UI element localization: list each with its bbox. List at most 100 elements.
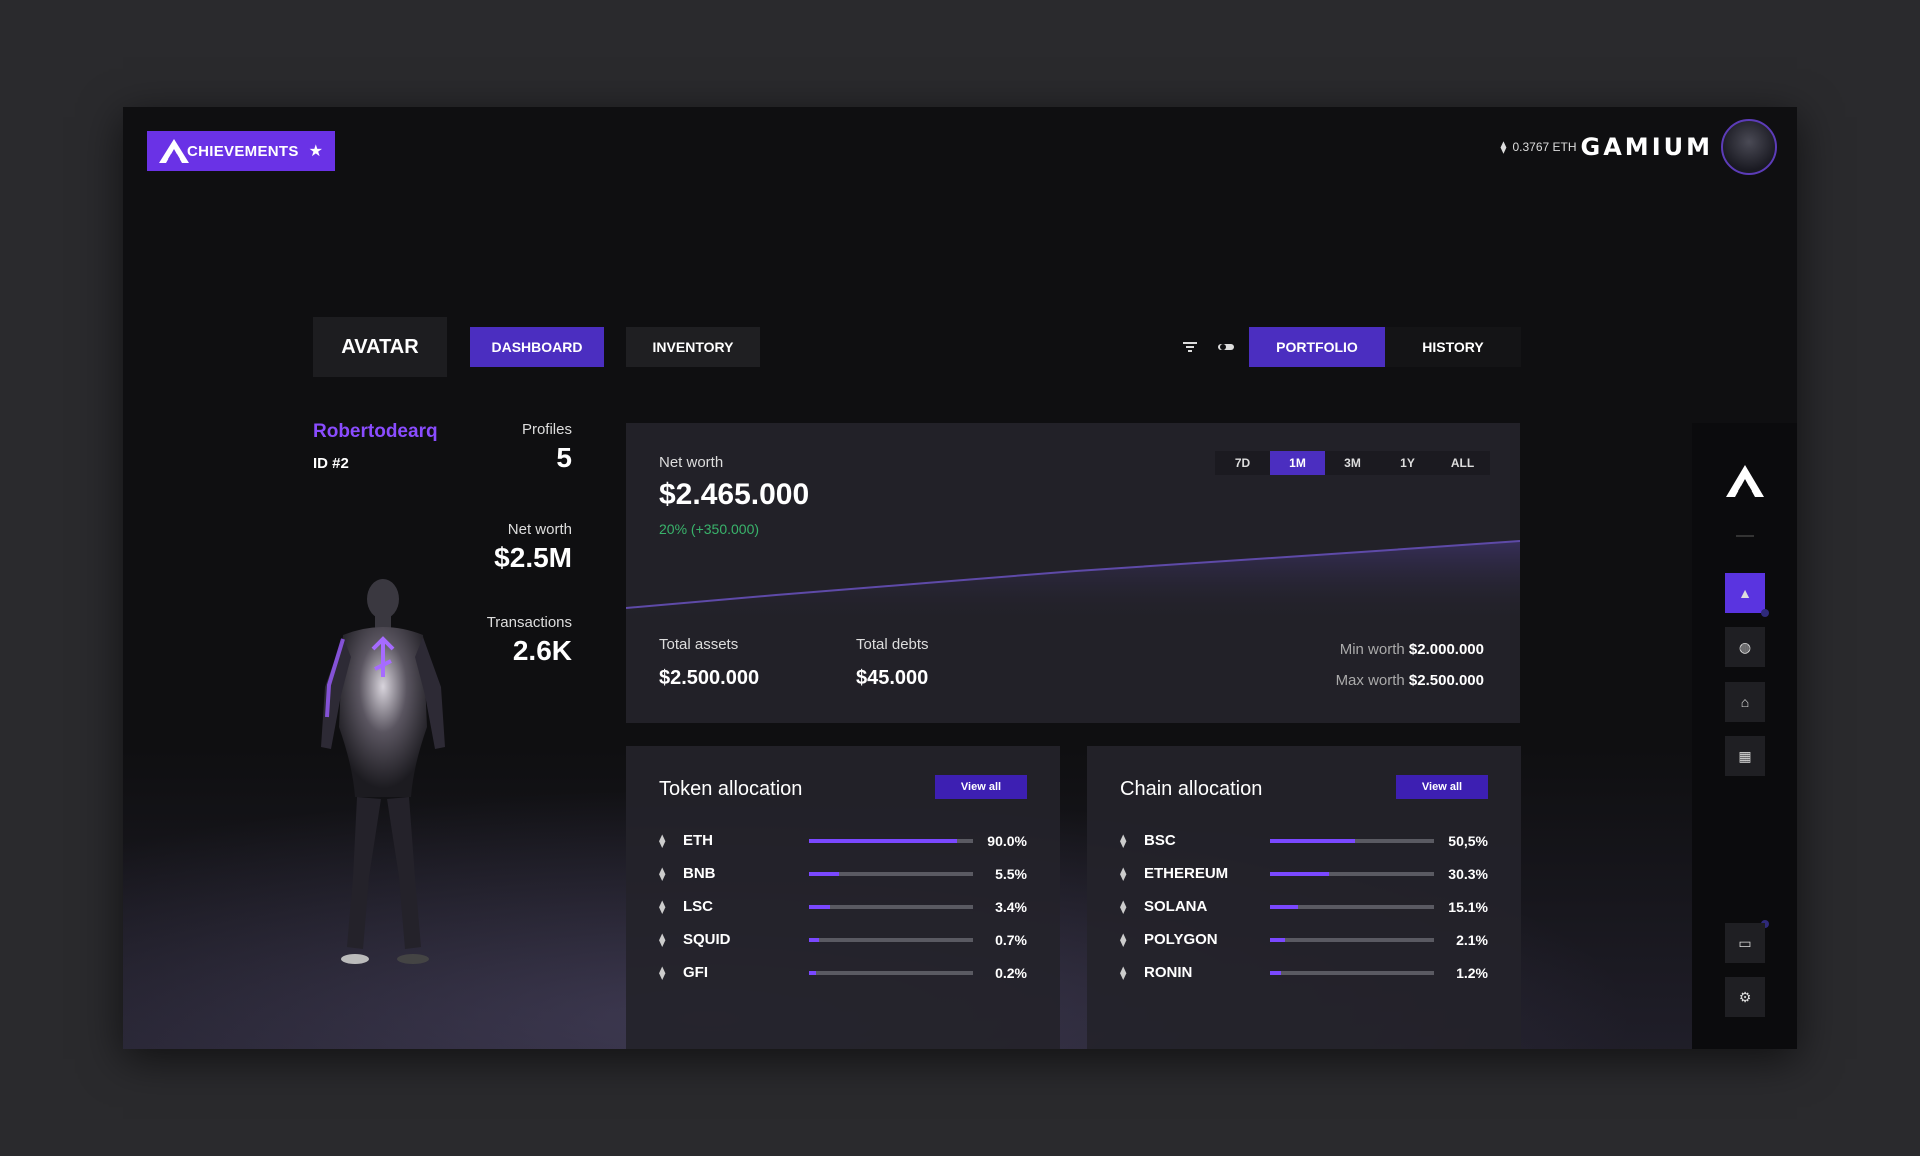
- range-1m[interactable]: 1M: [1270, 451, 1325, 475]
- stat-profiles: Profiles 5: [522, 421, 572, 474]
- max-worth: Max worth $2.500.000: [1336, 672, 1484, 689]
- allocation-name: RONIN: [1144, 964, 1193, 981]
- allocation-percent: 2.1%: [1456, 931, 1488, 948]
- allocation-bar-fill: [809, 937, 819, 942]
- range-7d[interactable]: 7D: [1215, 451, 1270, 475]
- total-debts-value: $45.000: [856, 667, 929, 689]
- allocation-bar: [1270, 871, 1434, 876]
- allocation-row: ⧫ SQUID 0.7%: [659, 923, 1027, 956]
- filter-icon[interactable]: [1178, 335, 1202, 359]
- range-3m[interactable]: 3M: [1325, 451, 1380, 475]
- rail-settings-icon[interactable]: ⚙: [1725, 977, 1765, 1017]
- achievements-label: CHIEVEMENTS: [187, 142, 299, 160]
- gamium-logo-icon: [159, 139, 189, 163]
- allocation-name: SOLANA: [1144, 898, 1208, 915]
- allocation-percent: 3.4%: [995, 898, 1027, 915]
- stat-profiles-value: 5: [556, 442, 572, 473]
- stat-networth-value: $2.5M: [494, 542, 572, 573]
- allocation-percent: 5.5%: [995, 865, 1027, 882]
- toggle-icon[interactable]: [1214, 335, 1238, 359]
- total-assets-label: Total assets: [659, 636, 739, 653]
- networth-chart: [626, 540, 1520, 623]
- tab-portfolio[interactable]: PORTFOLIO: [1249, 327, 1385, 367]
- achievements-button[interactable]: CHIEVEMENTS ★: [147, 131, 335, 171]
- allocation-bar: [1270, 970, 1434, 975]
- allocation-bar-fill: [809, 904, 831, 909]
- section-title-avatar: AVATAR: [313, 317, 447, 377]
- min-worth-value: $2.000.000: [1408, 641, 1484, 658]
- rail-home-icon[interactable]: ▲: [1725, 573, 1765, 613]
- min-worth: Min worth $2.000.000: [1340, 641, 1484, 658]
- allocation-name: ETHEREUM: [1144, 865, 1229, 882]
- allocation-bar-fill: [1270, 871, 1330, 876]
- eth-icon: ⧫: [1120, 832, 1127, 848]
- min-worth-label: Min worth: [1339, 641, 1405, 658]
- allocation-row: ⧫ GFI 0.2%: [659, 956, 1027, 989]
- gamium-logo-icon[interactable]: [1724, 463, 1766, 499]
- allocation-bar-fill: [809, 871, 839, 876]
- total-assets: Total assets $2.500.000: [659, 636, 759, 690]
- allocation-row: ⧫ ETHEREUM 30.3%: [1120, 857, 1488, 890]
- stat-transactions-label: Transactions: [486, 614, 572, 631]
- rail-divider: [1736, 535, 1754, 537]
- eth-icon: ⧫: [1500, 140, 1507, 154]
- allocation-bar-fill: [1270, 838, 1356, 843]
- star-icon: ★: [308, 143, 323, 160]
- total-debts-label: Total debts: [856, 636, 929, 653]
- allocation-name: ETH: [683, 832, 713, 849]
- stat-networth: Net worth $2.5M: [494, 521, 572, 574]
- allocation-row: ⧫ RONIN 1.2%: [1120, 956, 1488, 989]
- max-worth-value: $2.500.000: [1408, 672, 1484, 689]
- rail-chat-icon[interactable]: ▭: [1725, 923, 1765, 963]
- tab-dashboard[interactable]: DASHBOARD: [470, 327, 604, 367]
- allocation-bar-fill: [809, 838, 957, 843]
- topbar-right: ⧫ 0.3767 ETH GAMIUM: [1501, 119, 1777, 175]
- allocation-bar: [809, 970, 973, 975]
- allocation-row: ⧫ BNB 5.5%: [659, 857, 1027, 890]
- range-1y[interactable]: 1Y: [1380, 451, 1435, 475]
- allocation-bar-fill: [1270, 904, 1298, 909]
- allocation-name: LSC: [683, 898, 713, 915]
- allocation-row: ⧫ LSC 3.4%: [659, 890, 1027, 923]
- rail-shop-icon[interactable]: ⌂: [1725, 682, 1765, 722]
- eth-icon: ⧫: [1120, 898, 1127, 914]
- brand-wordmark: GAMIUM: [1580, 133, 1713, 161]
- networth-card: Net worth $2.465.000 20% (+350.000) 7D 1M…: [626, 423, 1520, 723]
- allocation-bar: [809, 871, 973, 876]
- username: Robertodearq: [313, 421, 438, 442]
- right-sidebar: ▲ ◍ ⌂ ▦ ▭ ⚙: [1692, 423, 1797, 1049]
- avatar-figure: [321, 579, 445, 964]
- token-allocation-card: Token allocation View all ⧫ ETH 90.0% ⧫ BNB 5…: [626, 746, 1060, 1049]
- allocation-name: BSC: [1144, 832, 1176, 849]
- allocation-bar: [809, 904, 973, 909]
- token-allocation-list: ⧫ ETH 90.0% ⧫ BNB 5.5% ⧫ LSC 3.4% ⧫ SQUID 0.7% ⧫ GFI 0…: [659, 824, 1027, 989]
- eth-icon: ⧫: [1120, 964, 1127, 980]
- eth-icon: ⧫: [659, 964, 666, 980]
- allocation-percent: 0.2%: [995, 964, 1027, 981]
- allocation-row: ⧫ SOLANA 15.1%: [1120, 890, 1488, 923]
- eth-balance-value: 0.3767 ETH: [1512, 140, 1577, 154]
- user-avatar[interactable]: [1721, 119, 1777, 175]
- max-worth-label: Max worth: [1335, 672, 1405, 689]
- range-all[interactable]: ALL: [1435, 451, 1490, 475]
- tab-inventory[interactable]: INVENTORY: [626, 327, 760, 367]
- allocation-percent: 50,5%: [1448, 832, 1488, 849]
- allocation-percent: 90.0%: [987, 832, 1027, 849]
- networth-value: $2.465.000: [659, 478, 810, 511]
- tab-history[interactable]: HISTORY: [1385, 327, 1521, 367]
- total-debts: Total debts $45.000: [856, 636, 929, 690]
- networth-label: Net worth: [659, 454, 724, 471]
- stat-transactions: Transactions 2.6K: [487, 614, 572, 667]
- rail-globe-icon[interactable]: ◍: [1725, 627, 1765, 667]
- eth-icon: ⧫: [659, 898, 666, 914]
- rail-grid-icon[interactable]: ▦: [1725, 736, 1765, 776]
- stat-transactions-value: 2.6K: [512, 635, 572, 666]
- eth-icon: ⧫: [659, 865, 666, 881]
- allocation-bar: [809, 838, 973, 843]
- allocation-bar-fill: [809, 970, 816, 975]
- user-id: ID #2: [313, 455, 349, 472]
- total-assets-value: $2.500.000: [659, 667, 760, 689]
- allocation-name: GFI: [683, 964, 708, 981]
- allocation-name: POLYGON: [1144, 931, 1218, 948]
- allocation-row: ⧫ POLYGON 2.1%: [1120, 923, 1488, 956]
